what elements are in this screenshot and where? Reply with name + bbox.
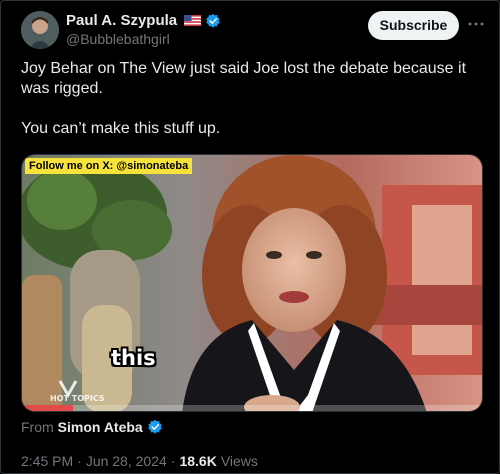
- views-label: Views: [220, 453, 258, 469]
- tweet-card: Paul A. Szypula @Bubblebathgirl Subscrib…: [0, 0, 500, 474]
- verified-badge-icon: [206, 13, 220, 28]
- views-count: 18.6K: [179, 453, 217, 469]
- author-name[interactable]: Paul A. Szypula: [66, 12, 177, 29]
- video-overlay-label: Follow me on X: @simonateba: [25, 158, 193, 174]
- meta-separator: ·: [77, 453, 82, 469]
- tweet-meta: 2:45 PM · Jun 28, 2024 · 18.6K Views: [21, 453, 258, 469]
- watermark-text: HOT TOPICS: [50, 394, 105, 403]
- source-name[interactable]: Simon Ateba: [58, 419, 143, 435]
- tweet-text-line: Joy Behar on The View just said Joe lost…: [21, 60, 467, 97]
- video-player[interactable]: HOT TOPICS Follow me on X: @simonateba t…: [21, 154, 483, 412]
- subscribe-button[interactable]: Subscribe: [368, 11, 459, 40]
- author-handle[interactable]: @Bubblebathgirl: [66, 31, 170, 47]
- from-label: From: [21, 419, 54, 435]
- video-frame: HOT TOPICS: [22, 155, 482, 411]
- video-caption: this: [111, 346, 156, 370]
- tweet-text: Joy Behar on The View just said Joe lost…: [21, 59, 481, 159]
- us-flag-icon: [184, 15, 202, 26]
- avatar[interactable]: [21, 11, 59, 49]
- author-name-row[interactable]: Paul A. Szypula: [66, 12, 221, 29]
- meta-separator: ·: [170, 453, 176, 469]
- more-horizontal-icon[interactable]: [467, 15, 485, 33]
- video-progress-bar[interactable]: [22, 405, 482, 411]
- verified-badge-icon: [148, 419, 162, 434]
- video-progress-fill: [22, 405, 73, 411]
- source-attribution[interactable]: From Simon Ateba: [21, 419, 163, 435]
- avatar-image: [21, 11, 59, 49]
- tweet-time[interactable]: 2:45 PM: [21, 453, 73, 469]
- tweet-text-line: You can’t make this stuff up.: [21, 120, 221, 137]
- tweet-date[interactable]: Jun 28, 2024: [86, 453, 167, 469]
